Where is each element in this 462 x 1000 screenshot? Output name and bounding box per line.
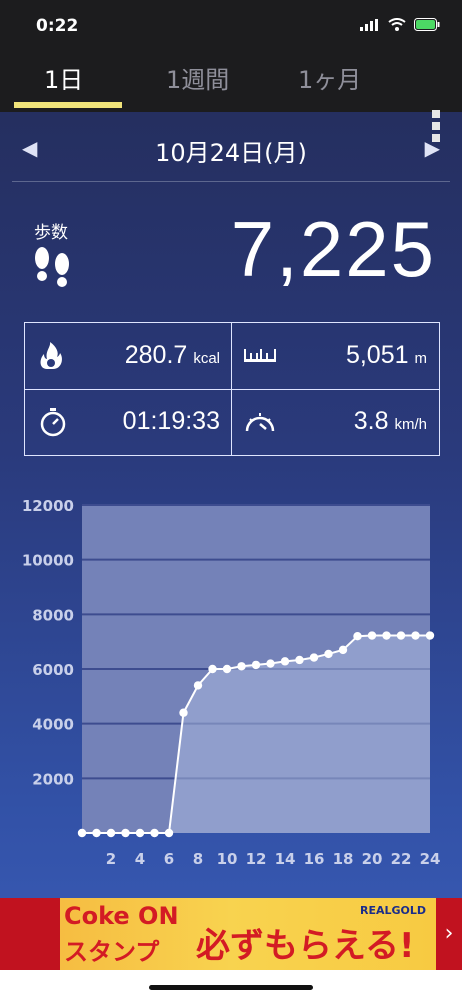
x-tick-label: 22	[391, 850, 412, 868]
data-point	[150, 828, 159, 838]
data-point	[77, 828, 87, 838]
data-point	[396, 631, 406, 640]
tab-day[interactable]: 1日	[44, 60, 83, 95]
data-point	[92, 828, 101, 838]
tab-month[interactable]: 1ヶ月	[298, 60, 361, 95]
data-point	[106, 828, 116, 838]
data-point	[425, 631, 435, 640]
x-tick-label: 8	[193, 850, 203, 868]
flame-icon	[40, 342, 62, 369]
data-point	[295, 655, 304, 665]
ad-subheadline: スタンプ	[64, 938, 160, 966]
y-tick-label: 6000	[32, 661, 74, 679]
x-tick-label: 20	[362, 850, 383, 868]
data-point	[411, 631, 420, 640]
next-day-button[interactable]: ▶	[425, 136, 440, 160]
duration-value: 01:19:33	[122, 407, 220, 435]
battery-icon	[414, 18, 440, 31]
ad-product-image	[0, 898, 60, 970]
home-indicator	[149, 985, 313, 990]
data-point	[280, 657, 290, 666]
data-point	[208, 664, 217, 674]
data-point	[353, 632, 362, 641]
divider	[12, 181, 450, 182]
y-tick-label: 2000	[32, 770, 74, 788]
data-point	[338, 645, 348, 655]
speed-value: 3.8 km/h	[353, 407, 427, 435]
y-tick-label: 10000	[22, 552, 74, 570]
data-point	[193, 681, 203, 690]
x-tick-label: 24	[420, 850, 441, 868]
status-icons	[360, 18, 440, 31]
x-tick-label: 14	[275, 850, 296, 868]
data-point	[382, 631, 391, 640]
ad-headline: Coke ON	[64, 902, 179, 930]
data-point	[121, 828, 130, 838]
signal-icon	[360, 18, 378, 31]
footprints-icon	[35, 247, 69, 287]
y-tick-label: 4000	[32, 716, 74, 734]
data-point	[324, 649, 333, 659]
speed-cell: 3.8 km/h	[232, 389, 439, 455]
distance-value: 5,051 m	[345, 341, 427, 369]
ad-tagline: 必ずもらえる!	[196, 926, 415, 966]
calories-value: 280.7 kcal	[124, 341, 220, 369]
data-point	[266, 659, 275, 668]
tab-week[interactable]: 1週間	[166, 60, 229, 95]
home-indicator-bar	[0, 970, 462, 1000]
data-point	[367, 631, 377, 640]
y-tick-label: 8000	[32, 606, 74, 624]
ad-brand: REALGOLD	[359, 904, 426, 917]
ad-next-button[interactable]: ›	[436, 898, 462, 970]
steps-label: 歩数	[34, 223, 68, 243]
x-tick-label: 16	[304, 850, 325, 868]
distance-cell: 5,051 m	[232, 323, 439, 389]
data-point	[179, 708, 188, 717]
active-tab-underline	[14, 102, 122, 108]
x-tick-label: 6	[164, 850, 174, 868]
ad-banner[interactable]: Coke ON スタンプ 必ずもらえる! REALGOLD ›	[0, 898, 462, 970]
current-date: 10月24日(月)	[155, 139, 307, 167]
wifi-icon	[388, 18, 406, 31]
x-tick-label: 12	[246, 850, 267, 868]
stopwatch-icon	[40, 408, 66, 437]
menu-dot-icon	[432, 110, 440, 118]
status-bar: 0:22	[0, 0, 462, 52]
hourly-steps-chart: 200040006000800010000120002 4 6 8 10 12 14 16 18…	[22, 497, 441, 868]
status-time: 0:22	[36, 16, 79, 36]
x-tick-label: 2	[106, 850, 116, 868]
data-point	[164, 828, 174, 838]
steps-count: 7,225	[230, 205, 436, 293]
x-tick-label: 10	[217, 850, 238, 868]
data-point	[237, 662, 246, 671]
calories-cell: 280.7 kcal	[25, 323, 232, 389]
data-point	[309, 653, 319, 662]
data-point	[135, 828, 145, 838]
speedometer-icon	[245, 413, 275, 432]
data-point	[222, 664, 232, 674]
duration-cell: 01:19:33	[25, 389, 232, 455]
x-tick-label: 4	[135, 850, 145, 868]
stats-grid: 280.7 kcal 5,051 m 01:19:33 3.8 km/h	[24, 322, 440, 456]
y-tick-label: 12000	[22, 497, 74, 515]
x-tick-label: 18	[333, 850, 354, 868]
data-point	[251, 660, 261, 670]
date-navigation: ◀ 10月24日(月) ▶	[0, 118, 462, 180]
ruler-icon	[244, 349, 276, 362]
